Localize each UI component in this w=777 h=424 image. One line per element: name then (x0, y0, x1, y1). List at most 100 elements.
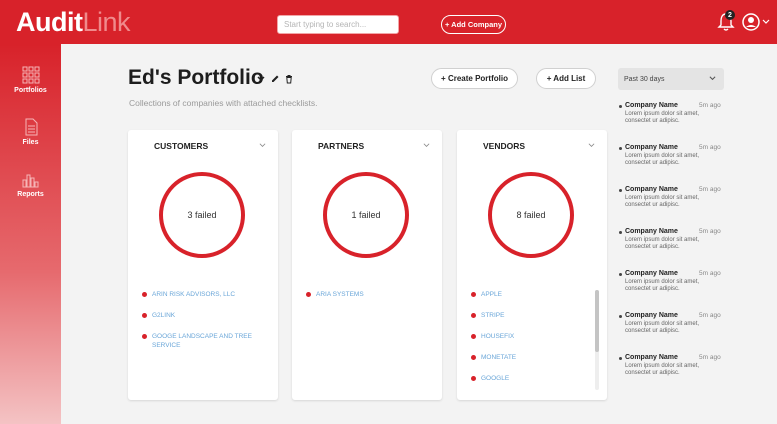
status-dot (471, 355, 476, 360)
chevron-down-icon[interactable] (762, 18, 770, 26)
company-link[interactable]: STRIPE (481, 311, 504, 320)
activity-company: Company Name (625, 270, 678, 277)
company-link[interactable]: ARIN RISK ADVISORS, LLC (152, 290, 235, 299)
bullet (619, 273, 622, 276)
activity-company: Company Name (625, 354, 678, 361)
status-dot (471, 292, 476, 297)
list-item[interactable]: HOUSEFIX (471, 332, 597, 341)
sidebar-item-files[interactable]: Files (0, 118, 61, 146)
list-item[interactable]: ARIN RISK ADVISORS, LLC (142, 290, 268, 299)
failed-count: 8 failed (516, 210, 546, 220)
company-link[interactable]: G2LINK (152, 311, 175, 320)
edit-pencil-icon[interactable] (270, 74, 280, 84)
sidebar-item-portfolios[interactable]: Portfolios (0, 66, 61, 94)
bar-chart-icon (22, 174, 38, 188)
search-input[interactable] (277, 15, 399, 34)
page-title: Ed's Portfolio (128, 66, 264, 89)
company-link[interactable]: GOOGLE (481, 374, 509, 383)
user-profile-icon[interactable] (742, 13, 760, 31)
sidebar-item-label: Reports (17, 191, 44, 198)
page-subtitle: Collections of companies with attached c… (129, 98, 318, 108)
list-card-partners: PARTNERS 1 failed ARIA SYSTEMS (292, 130, 442, 400)
create-portfolio-button[interactable]: + Create Portfolio (431, 68, 518, 89)
add-company-button[interactable]: + Add Company (441, 15, 506, 34)
list-item[interactable]: ARIA SYSTEMS (306, 290, 432, 299)
title-tools (256, 74, 294, 84)
app-logo[interactable]: AuditLink (16, 7, 131, 38)
list-item[interactable]: STRIPE (471, 311, 597, 320)
card-title: CUSTOMERS (154, 141, 209, 151)
list-item[interactable]: GOOGE LANDSCAPE AND TREE SERVICE (142, 332, 268, 350)
company-link[interactable]: APPLE (481, 290, 502, 299)
company-list: ARIA SYSTEMS (306, 290, 432, 311)
failed-ring: 1 failed (323, 172, 409, 258)
activity-time: 5m ago (699, 270, 721, 277)
trash-icon[interactable] (284, 74, 294, 84)
chevron-down-icon[interactable] (588, 142, 595, 149)
sidebar-item-reports[interactable]: Reports (0, 170, 61, 198)
activity-item[interactable]: Company Name 5m ago Lorem ipsum dolor sit … (617, 354, 727, 396)
grid-icon (22, 66, 39, 84)
list-item[interactable]: MONETATE (471, 353, 597, 362)
failed-ring: 3 failed (159, 172, 245, 258)
list-item[interactable]: APPLE (471, 290, 597, 299)
activity-time: 5m ago (699, 312, 721, 319)
company-link[interactable]: MONETATE (481, 353, 516, 362)
list-item[interactable]: GOOGLE (471, 374, 597, 383)
chevron-down-icon[interactable] (259, 142, 266, 149)
sidebar-item-label: Portfolios (14, 87, 47, 94)
card-scrollbar[interactable] (595, 290, 599, 390)
activity-text: Lorem ipsum dolor sit amet, consectet ur… (625, 111, 700, 124)
chevron-down-icon (709, 76, 716, 81)
activity-company: Company Name (625, 102, 678, 109)
activity-company: Company Name (625, 144, 678, 151)
sidebar: Portfolios Files Reports (0, 44, 61, 424)
bullet (619, 189, 622, 192)
activity-time: 5m ago (699, 228, 721, 235)
activity-text: Lorem ipsum dolor sit amet, consectet ur… (625, 279, 700, 292)
status-dot (306, 292, 311, 297)
company-link[interactable]: ARIA SYSTEMS (316, 290, 364, 299)
list-card-vendors: VENDORS 8 failed APPLE STRIPE HOUSEFIX M… (457, 130, 607, 400)
logo-secondary: Link (82, 7, 131, 37)
company-link[interactable]: GOOGE LANDSCAPE AND TREE SERVICE (152, 332, 268, 350)
activity-item[interactable]: Company Name 5m ago Lorem ipsum dolor sit … (617, 228, 727, 270)
chevron-down-icon[interactable] (256, 74, 266, 84)
activity-feed: Company Name 5m ago Lorem ipsum dolor sit … (617, 102, 727, 396)
status-dot (471, 376, 476, 381)
company-link[interactable]: HOUSEFIX (481, 332, 514, 341)
company-list: ARIN RISK ADVISORS, LLC G2LINK GOOGE LAN… (142, 290, 268, 362)
company-list: APPLE STRIPE HOUSEFIX MONETATE GOOGLE (471, 290, 597, 395)
activity-item[interactable]: Company Name 5m ago Lorem ipsum dolor sit … (617, 102, 727, 144)
activity-company: Company Name (625, 312, 678, 319)
sidebar-item-label: Files (22, 139, 39, 146)
activity-time: 5m ago (699, 354, 721, 361)
activity-company: Company Name (625, 186, 678, 193)
date-range-value: Past 30 days (624, 75, 665, 83)
failed-ring: 8 failed (488, 172, 574, 258)
add-list-button[interactable]: + Add List (536, 68, 596, 89)
date-range-select[interactable]: Past 30 days (618, 68, 724, 90)
activity-text: Lorem ipsum dolor sit amet, consectet ur… (625, 237, 700, 250)
card-title: PARTNERS (318, 141, 365, 151)
failed-count: 1 failed (351, 210, 381, 220)
list-card-customers: CUSTOMERS 3 failed ARIN RISK ADVISORS, L… (128, 130, 278, 400)
activity-item[interactable]: Company Name 5m ago Lorem ipsum dolor sit … (617, 186, 727, 228)
failed-count: 3 failed (187, 210, 217, 220)
activity-item[interactable]: Company Name 5m ago Lorem ipsum dolor sit … (617, 144, 727, 186)
list-item[interactable]: G2LINK (142, 311, 268, 320)
activity-company: Company Name (625, 228, 678, 235)
status-dot (142, 313, 147, 318)
activity-time: 5m ago (699, 102, 721, 109)
bullet (619, 315, 622, 318)
activity-time: 5m ago (699, 186, 721, 193)
top-bar: AuditLink + Add Company 2 (0, 0, 777, 44)
logo-primary: Audit (16, 7, 83, 37)
activity-text: Lorem ipsum dolor sit amet, consectet ur… (625, 195, 700, 208)
status-dot (142, 334, 147, 339)
scrollbar-thumb[interactable] (595, 290, 599, 352)
activity-text: Lorem ipsum dolor sit amet, consectet ur… (625, 363, 700, 376)
chevron-down-icon[interactable] (423, 142, 430, 149)
activity-item[interactable]: Company Name 5m ago Lorem ipsum dolor sit … (617, 270, 727, 312)
activity-item[interactable]: Company Name 5m ago Lorem ipsum dolor sit … (617, 312, 727, 354)
